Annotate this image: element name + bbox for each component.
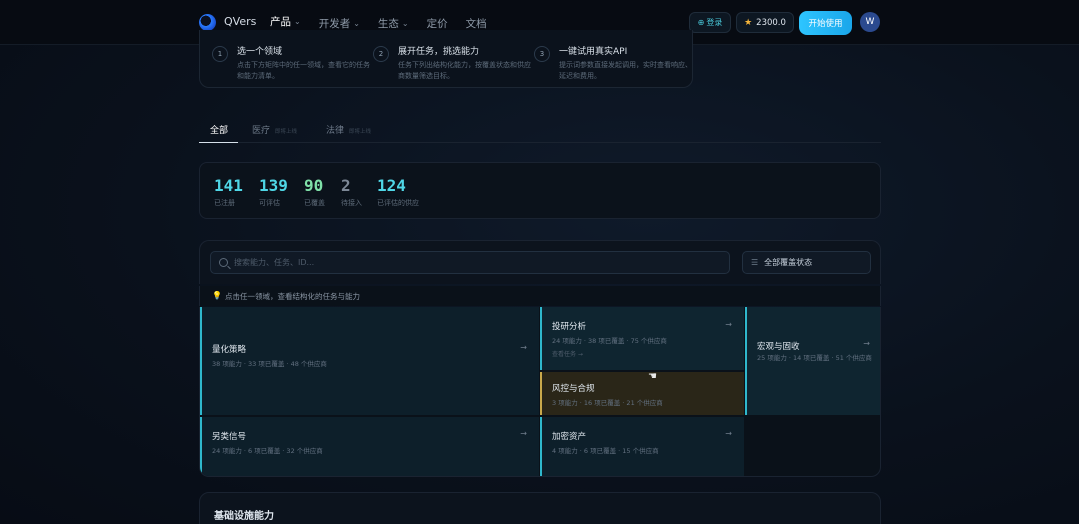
tile-quant-strategy[interactable]: 量化策略 38 项能力 · 33 项已覆盖 · 48 个供应商 → [200,307,539,415]
hint-text: 点击任一领域，查看结构化的任务与能力 [224,292,360,301]
stat-evaluated-supply: 124 已评估的供应 [377,176,419,208]
credits-badge[interactable]: ★ 2300.0 [736,12,794,33]
chevron-down-icon: ⌄ [353,18,360,28]
nav-link-label: 生态 [377,17,399,30]
coming-soon-badge: 即将上线 [275,129,298,135]
tab-label: 全部 [210,126,229,136]
stat-evaluable: 139 可评估 [259,176,288,208]
domain-tabs: 全部 医疗 即将上线 法律 即将上线 [199,121,881,143]
step-title: 展开任务，挑选能力 [398,47,480,57]
tile-meta: 4 项能力 · 6 项已覆盖 · 15 个供应商 [552,447,659,455]
login-label: 登录 [706,18,723,27]
domain-matrix: 量化策略 38 项能力 · 33 项已覆盖 · 48 个供应商 → 投研分析 2… [199,307,881,477]
search-input[interactable] [234,258,714,267]
tile-alternative-signals[interactable]: 另类信号 24 项能力 · 6 项已覆盖 · 32 个供应商 → [200,417,539,476]
search-panel: ☰ 全部覆盖状态 [199,240,881,284]
tile-name: 加密资产 [552,432,587,442]
tile-name: 宏观与固收 [757,342,800,352]
tile-name: 风控与合规 [552,384,595,394]
step-desc: 点击下方矩阵中的任一领域，查看它的任务和能力清单。 [237,61,370,80]
step-2: 2 展开任务，挑选能力 任务下列出结构化能力，按覆盖状态和供应商数量筛选目标。 [373,44,533,82]
step-desc: 提示词参数直接发起调用，实时查看响应、延迟和费用。 [559,61,692,80]
tile-meta: 24 项能力 · 38 项已覆盖 · 75 个供应商 [552,337,667,345]
tile-name: 量化策略 [212,345,247,355]
arrow-right-icon: → [863,339,870,348]
step-title: 一键试用真实API [559,47,628,57]
nav-link-label: 开发者 [318,17,351,30]
section-title: 基础设施能力 [214,511,274,522]
stat-label: 已覆盖 [304,199,325,207]
stat-covered: 90 已覆盖 [304,176,325,208]
star-icon: ★ [744,17,753,28]
stat-value: 139 [259,176,288,195]
stats-card: 141 已注册 139 可评估 90 已覆盖 2 待接入 124 已评估的供应 [199,162,881,219]
stat-label: 可评估 [259,199,280,207]
get-started-button[interactable]: 开始使用 [799,11,852,35]
stat-pending: 2 待接入 [341,176,362,208]
lightbulb-icon: 💡 [212,291,222,300]
step-title: 选一个领域 [237,47,283,57]
cursor-icon: ☚ [648,371,657,382]
step-3: 3 一键试用真实API 提示词参数直接发起调用，实时查看响应、延迟和费用。 [534,44,694,82]
arrow-right-icon: → [520,429,527,438]
chevron-down-icon: ⌄ [294,17,301,26]
tile-research-analysis[interactable]: 投研分析 24 项能力 · 38 项已覆盖 · 75 个供应商 查看任务 → → [540,307,744,370]
login-icon: ⊕ [697,18,705,27]
view-tasks-link[interactable]: 查看任务 → [552,349,583,358]
avatar[interactable]: W [860,12,880,32]
tile-meta: 24 项能力 · 6 项已覆盖 · 32 个供应商 [212,447,323,455]
coverage-filter-select[interactable]: ☰ 全部覆盖状态 [742,251,871,274]
stat-label: 已评估的供应 [377,199,419,207]
hint-bar: 💡 点击任一领域，查看结构化的任务与能力 [199,286,881,306]
credits-value: 2300.0 [756,17,786,28]
nav-link-label: 文档 [465,17,487,30]
filter-label: 全部覆盖状态 [764,258,813,267]
login-button[interactable]: ⊕ 登录 [689,12,731,33]
arrow-right-icon: → [725,320,732,329]
stat-registered: 141 已注册 [214,176,243,208]
stat-value: 2 [341,176,351,195]
stat-value: 141 [214,176,243,195]
brand-name[interactable]: QVers [224,15,256,28]
nav-link-label: 定价 [426,17,448,30]
tile-macro-fixed-income[interactable]: 宏观与固收 25 项能力 · 14 项已覆盖 · 51 个供应商 → [745,307,880,415]
tile-name: 投研分析 [552,322,587,332]
arrow-right-icon: → [520,343,527,352]
search-icon [219,258,228,267]
coming-soon-badge: 即将上线 [349,129,372,135]
step-number: 1 [212,46,228,62]
tile-risk-compliance[interactable]: 风控与合规 3 项能力 · 16 项已覆盖 · 21 个供应商 [540,372,744,415]
nav-link-label: 产品 [270,16,291,28]
tab-medical[interactable]: 医疗 即将上线 [252,123,297,136]
active-tab-indicator [199,142,238,143]
tab-all[interactable]: 全部 [210,123,228,136]
tile-meta: 25 项能力 · 14 项已覆盖 · 51 个供应商 [757,354,872,362]
onboarding-steps: 1 选一个领域 点击下方矩阵中的任一领域，查看它的任务和能力清单。 2 展开任务… [199,30,693,88]
tile-name: 另类信号 [212,432,247,442]
step-number: 3 [534,46,550,62]
list-icon: ☰ [751,258,759,267]
stat-label: 待接入 [341,199,362,207]
arrow-right-icon: → [725,429,732,438]
step-number: 2 [373,46,389,62]
chevron-down-icon: ⌄ [401,18,409,28]
logo-icon[interactable] [199,14,216,31]
tab-label: 法律 [326,126,345,136]
stat-value: 124 [377,176,406,195]
tile-meta: 3 项能力 · 16 项已覆盖 · 21 个供应商 [552,399,663,407]
tile-meta: 38 项能力 · 33 项已覆盖 · 48 个供应商 [212,360,327,368]
search-box[interactable] [210,251,730,274]
step-desc: 任务下列出结构化能力，按覆盖状态和供应商数量筛选目标。 [398,61,531,80]
step-1: 1 选一个领域 点击下方矩阵中的任一领域，查看它的任务和能力清单。 [212,44,372,82]
tile-crypto-assets[interactable]: 加密资产 4 项能力 · 6 项已覆盖 · 15 个供应商 → [540,417,744,476]
infrastructure-section: 基础设施能力 [199,492,881,524]
tab-legal[interactable]: 法律 即将上线 [326,123,371,136]
stat-label: 已注册 [214,199,235,207]
tab-label: 医疗 [252,126,271,136]
stat-value: 90 [304,176,324,195]
